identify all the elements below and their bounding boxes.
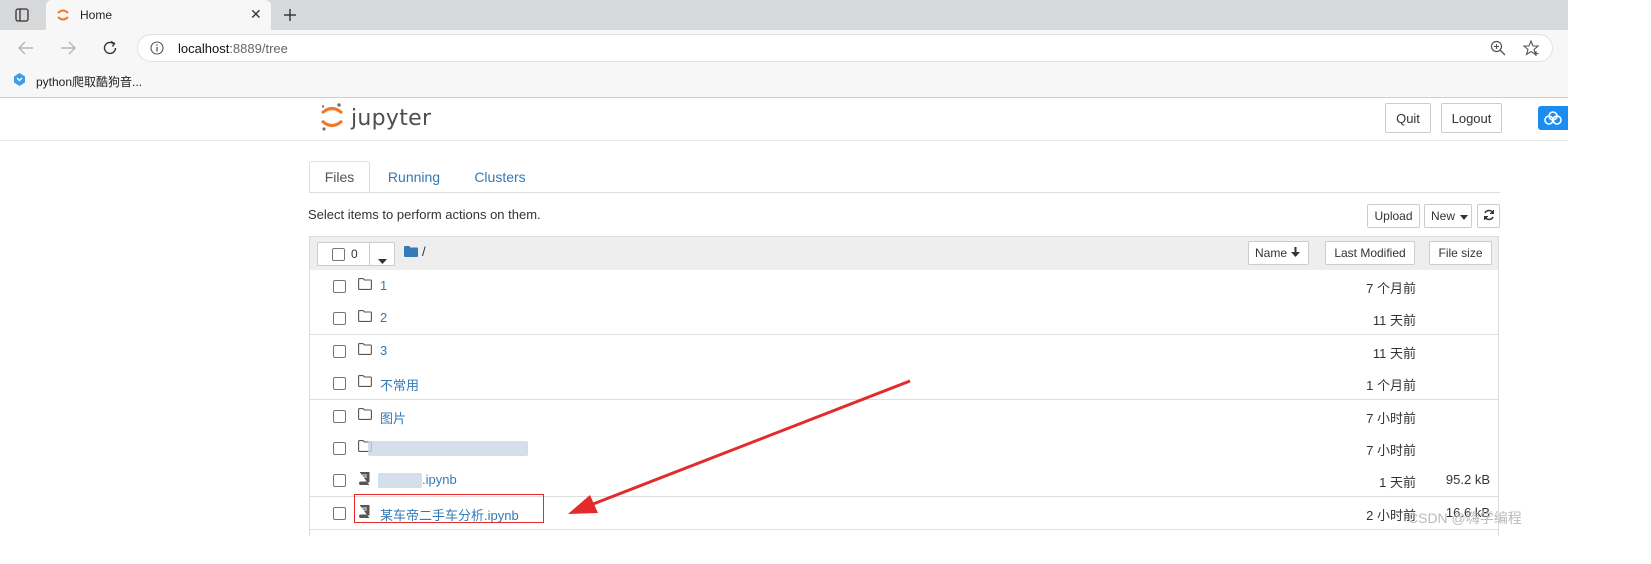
row-checkbox[interactable]: [333, 474, 346, 488]
annotation-arrow: [568, 379, 911, 514]
logout-button[interactable]: Logout: [1441, 103, 1502, 133]
tab-clusters[interactable]: Clusters: [464, 161, 536, 193]
folder-icon: [358, 407, 372, 423]
select-all-group: 0: [317, 242, 395, 266]
new-dropdown-button[interactable]: New: [1424, 204, 1472, 228]
new-tab-icon[interactable]: [276, 1, 304, 29]
row-last-modified: 7 小时前: [1366, 410, 1416, 426]
row-checkbox[interactable]: [333, 506, 346, 520]
watermark-text: CSDN @嗨学编程: [1408, 510, 1522, 526]
list-item[interactable]: 2 11 天前: [310, 302, 1498, 336]
upload-button[interactable]: Upload: [1367, 204, 1420, 228]
row-checkbox[interactable]: [333, 344, 346, 358]
list-item[interactable]: 3 11 天前: [310, 334, 1498, 368]
forward-icon[interactable]: [54, 34, 82, 62]
folder-icon: [358, 375, 372, 390]
folder-icon: [358, 278, 372, 293]
browser-tab-home[interactable]: Home ✕: [46, 0, 271, 30]
select-divider: [369, 242, 370, 266]
folder-icon: [358, 342, 372, 358]
tab-actions-icon[interactable]: [8, 1, 36, 29]
file-list-header: 0 / Name Last Modified File size: [310, 237, 1498, 271]
bookmark-favicon-icon: [12, 72, 27, 90]
sort-by-name-button[interactable]: Name: [1248, 241, 1309, 265]
row-name-link[interactable]: 图片: [380, 408, 406, 427]
notebook-icon: [358, 472, 370, 488]
row-last-modified: 11 天前: [1372, 345, 1416, 361]
tab-running[interactable]: Running: [380, 161, 448, 193]
row-file-size: 95.2 kB: [1445, 472, 1490, 488]
bookmark-item[interactable]: [12, 71, 27, 91]
site-info-icon[interactable]: [150, 41, 164, 58]
row-last-modified: 1 天前: [1379, 475, 1416, 491]
url-path: :8889/tree: [229, 41, 288, 56]
row-last-modified: 11 天前: [1372, 313, 1416, 329]
sort-name-label: Name: [1255, 246, 1288, 260]
bookmarks-bar: python爬取酷狗音...: [0, 66, 1568, 98]
url-text: localhost:8889/tree: [178, 41, 288, 56]
instruction-text: Select items to perform actions on them.: [308, 207, 541, 222]
header-divider: [0, 140, 1568, 141]
jupyter-logo-text: jupyter: [351, 105, 432, 131]
folder-icon: [358, 310, 372, 325]
tab-files[interactable]: Files: [309, 161, 370, 193]
bookmark-label[interactable]: python爬取酷狗音...: [36, 73, 142, 90]
row-checkbox[interactable]: [333, 442, 346, 455]
new-label: New: [1431, 209, 1456, 223]
favorite-star-icon[interactable]: [1522, 39, 1540, 59]
browser-tab-bar: Home ✕: [0, 0, 1568, 30]
jupyter-logo-icon: [319, 102, 345, 135]
row-name-link[interactable]: .ipynb: [422, 472, 457, 487]
caret-down-icon: [1460, 209, 1469, 223]
row-name-link[interactable]: 3: [380, 343, 387, 358]
row-last-modified: 1 个月前: [1366, 378, 1416, 394]
jupyter-favicon-icon: [56, 8, 70, 25]
selected-count: 0: [351, 247, 358, 261]
row-name-link[interactable]: 不常用: [380, 375, 419, 394]
sort-by-size-button[interactable]: File size: [1429, 241, 1492, 265]
cloud-extension-icon[interactable]: [1538, 106, 1568, 130]
quit-button[interactable]: Quit: [1385, 103, 1431, 133]
redacted-name: [378, 473, 422, 489]
row-name-link[interactable]: 1: [380, 278, 387, 293]
close-tab-icon[interactable]: ✕: [250, 6, 262, 23]
select-dropdown-icon[interactable]: [378, 252, 387, 267]
row-checkbox[interactable]: [333, 377, 346, 391]
list-item[interactable]: 1 7 个月前: [310, 270, 1498, 303]
sort-by-modified-button[interactable]: Last Modified: [1325, 241, 1415, 265]
annotation-highlight-box: [354, 494, 544, 523]
url-host: localhost: [178, 41, 230, 56]
folder-solid-icon[interactable]: [404, 245, 418, 260]
reload-icon[interactable]: [96, 34, 124, 62]
tabs-divider: [309, 192, 1500, 193]
jupyter-logo[interactable]: jupyter: [319, 102, 431, 134]
row-name-link[interactable]: 2: [380, 310, 387, 325]
breadcrumb-path[interactable]: /: [422, 244, 426, 259]
row-checkbox[interactable]: [333, 280, 346, 293]
row-checkbox[interactable]: [333, 409, 346, 423]
row-last-modified: 7 小时前: [1366, 443, 1416, 458]
redacted-name: [368, 441, 528, 456]
zoom-icon[interactable]: [1490, 40, 1506, 59]
select-all-checkbox[interactable]: [332, 248, 345, 261]
address-bar[interactable]: localhost:8889/tree: [137, 34, 1553, 62]
back-icon[interactable]: [12, 34, 40, 62]
refresh-icon: [1483, 209, 1495, 224]
arrow-down-icon: [1291, 246, 1301, 260]
row-checkbox[interactable]: [333, 312, 346, 326]
row-last-modified: 7 个月前: [1366, 281, 1416, 296]
tab-title: Home: [80, 8, 113, 22]
refresh-button[interactable]: [1477, 204, 1500, 228]
